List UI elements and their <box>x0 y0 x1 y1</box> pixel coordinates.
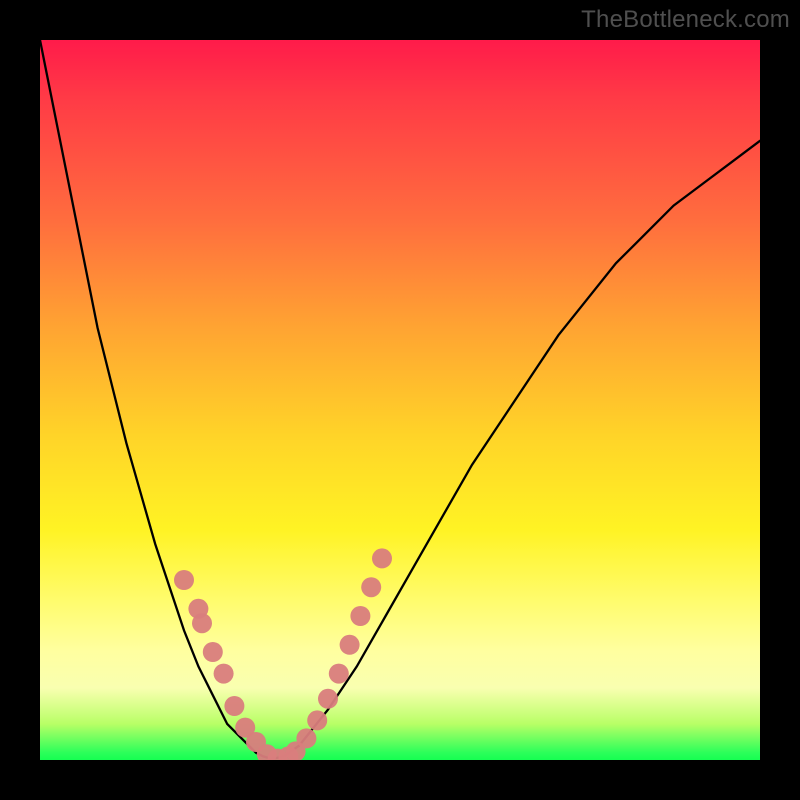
data-bead <box>361 577 381 597</box>
data-bead <box>340 635 360 655</box>
data-bead <box>307 710 327 730</box>
watermark-text: TheBottleneck.com <box>581 6 790 34</box>
data-bead <box>214 664 234 684</box>
data-bead <box>224 696 244 716</box>
bottleneck-curve <box>40 40 760 759</box>
data-bead <box>350 606 370 626</box>
data-bead <box>296 728 316 748</box>
data-bead <box>329 664 349 684</box>
data-bead <box>192 613 212 633</box>
bead-group <box>174 548 392 760</box>
data-bead <box>203 642 223 662</box>
data-bead <box>318 689 338 709</box>
plot-area <box>40 40 760 760</box>
data-bead <box>174 570 194 590</box>
data-bead <box>372 548 392 568</box>
chart-frame: TheBottleneck.com <box>0 0 800 800</box>
chart-svg <box>40 40 760 760</box>
